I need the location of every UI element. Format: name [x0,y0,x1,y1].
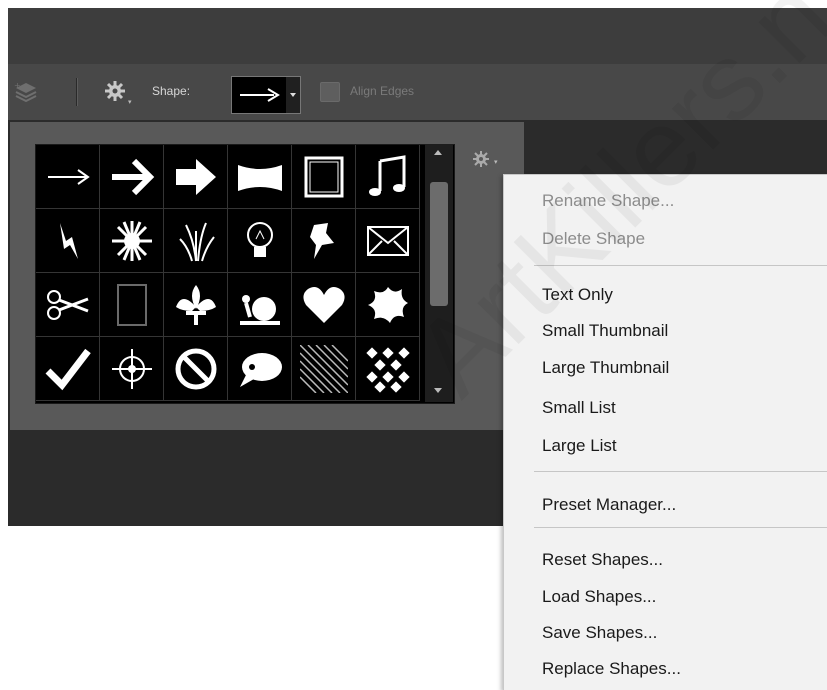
menu-item-reset-shapes[interactable]: Reset Shapes... [542,550,663,570]
arrow-thin-icon [240,88,280,102]
shapes-panel-menu: Rename Shape... Delete Shape Text Only S… [503,174,827,690]
shape-thumbnail[interactable] [100,273,164,337]
scroll-thumb[interactable] [430,182,448,306]
shape-picker-preview[interactable] [231,76,287,114]
no-sign-icon [175,348,217,390]
banner-icon [238,165,282,191]
music-note-icon [369,155,406,196]
shape-thumbnail[interactable] [356,337,420,401]
speech-bubble-icon [240,353,282,387]
shape-thumbnail[interactable] [356,145,420,209]
splat-icon [368,287,408,323]
menu-separator [534,471,827,472]
menu-separator [534,265,827,266]
menu-item-replace-shapes[interactable]: Replace Shapes... [542,659,681,679]
shape-thumbnail[interactable] [228,337,292,401]
shape-picker-dropdown-button[interactable] [286,76,301,114]
fleur-de-lis-icon [176,285,216,325]
shape-thumbnail[interactable] [356,273,420,337]
menu-item-delete-shape: Delete Shape [542,229,646,248]
shape-thumbnail[interactable] [228,273,292,337]
align-edges-checkbox[interactable] [320,82,340,102]
svg-text:+: + [14,81,21,90]
grass-icon [179,222,215,262]
frame-rect-icon [117,284,147,326]
shape-thumbnail[interactable] [36,273,100,337]
shape-thumbnail[interactable] [164,273,228,337]
menu-item-large-list[interactable]: Large List [542,436,617,456]
lightning-icon [60,223,78,259]
frame-icon [304,156,344,198]
scissors-icon [47,290,89,320]
menu-item-rename-shape: Rename Shape... [542,191,675,210]
shape-thumbnail[interactable] [228,209,292,273]
app-title-bar [8,8,827,64]
shape-label: Shape: [152,84,191,98]
checkmark-icon [45,348,91,391]
target-icon [112,349,152,389]
shape-thumbnail[interactable] [292,209,356,273]
menu-item-save-shapes[interactable]: Save Shapes... [542,623,657,643]
shape-thumbnail[interactable] [292,337,356,401]
pushpin-icon [310,223,334,259]
menu-item-small-thumbnail[interactable]: Small Thumbnail [542,321,668,341]
shape-thumbnail[interactable] [36,209,100,273]
heart-icon [303,287,345,323]
panel-menu-caret[interactable]: ▾ [494,158,498,166]
shape-thumbnail[interactable] [228,145,292,209]
chevron-down-icon [290,93,296,97]
shape-thumbnail[interactable] [292,145,356,209]
toolbar-separator [76,78,78,106]
menu-item-preset-manager[interactable]: Preset Manager... [542,495,676,515]
tool-options-bar [8,64,827,120]
panel-menu-gear-icon[interactable] [472,150,490,168]
shape-thumbnail[interactable] [164,145,228,209]
envelope-icon [367,226,409,256]
menu-item-large-thumbnail[interactable]: Large Thumbnail [542,358,669,378]
shape-thumbnail[interactable] [164,337,228,401]
shape-thumbnail[interactable] [292,273,356,337]
shape-thumbnail[interactable] [36,145,100,209]
shape-thumbnail[interactable] [36,337,100,401]
lightbulb-icon [247,222,273,257]
menu-separator [534,527,827,528]
scroll-down-arrow-icon[interactable] [434,388,442,393]
shape-thumbnail[interactable] [100,145,164,209]
scroll-up-arrow-icon[interactable] [434,150,442,155]
shape-thumbnail[interactable] [100,337,164,401]
diagonal-pattern-icon [300,345,348,393]
checker-pattern-icon [366,347,410,393]
gear-icon[interactable] [104,80,126,102]
menu-item-text-only[interactable]: Text Only [542,285,613,305]
starburst-icon [112,221,152,261]
align-edges-label: Align Edges [350,84,415,98]
snail-icon [240,295,280,325]
menu-item-load-shapes[interactable]: Load Shapes... [542,587,656,607]
gear-dropdown-caret[interactable]: ▾ [128,98,132,106]
shape-thumbnail[interactable] [164,209,228,273]
arrow-bold-icon [112,158,155,196]
arrow-thin-icon [48,169,90,185]
menu-item-small-list[interactable]: Small List [542,398,616,418]
shape-thumbnail-grid [35,144,455,404]
new-layer-icon[interactable]: + [14,80,38,104]
arrow-heavy-icon [176,159,216,195]
shape-thumbnail[interactable] [100,209,164,273]
shape-thumbnail[interactable] [356,209,420,273]
